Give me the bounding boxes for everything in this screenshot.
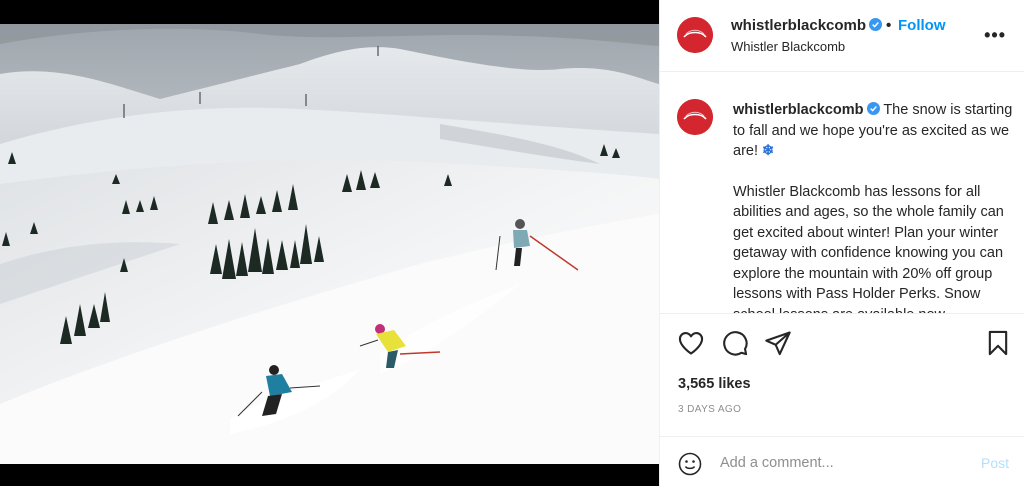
username-text[interactable]: whistlerblackcomb bbox=[731, 17, 866, 34]
verified-badge-icon bbox=[869, 18, 883, 31]
separator-dot: • bbox=[886, 17, 892, 34]
post-header: whistlerblackcomb • Follow Whistler Blac… bbox=[660, 0, 1024, 72]
header-username[interactable]: whistlerblackcomb bbox=[731, 17, 883, 34]
whistler-logo-icon bbox=[677, 17, 713, 53]
post-photo[interactable] bbox=[0, 24, 659, 464]
avatar[interactable] bbox=[677, 17, 713, 53]
caption-text: whistlerblackcomb The snow is starting t… bbox=[733, 100, 1015, 313]
comment-bar: Post bbox=[660, 436, 1024, 486]
comment-input[interactable] bbox=[720, 448, 970, 478]
paper-plane-icon[interactable] bbox=[764, 329, 792, 357]
follow-button[interactable]: Follow bbox=[898, 17, 946, 34]
post-side-panel: whistlerblackcomb • Follow Whistler Blac… bbox=[659, 0, 1024, 486]
verified-badge-icon bbox=[866, 102, 880, 115]
actions-divider bbox=[660, 313, 1024, 314]
post-comment-button[interactable]: Post bbox=[981, 455, 1009, 471]
post-date[interactable]: 3 DAYS AGO bbox=[678, 404, 741, 415]
smiley-icon[interactable] bbox=[678, 452, 702, 476]
caption-username[interactable]: whistlerblackcomb bbox=[733, 102, 864, 118]
comment-icon[interactable] bbox=[721, 329, 749, 357]
more-options-icon[interactable]: ••• bbox=[984, 25, 1006, 46]
photo-pane bbox=[0, 0, 659, 486]
location-link[interactable]: Whistler Blackcomb bbox=[731, 39, 845, 54]
snowflake-emoji: ❄ bbox=[762, 143, 775, 159]
caption-area: whistlerblackcomb The snow is starting t… bbox=[660, 73, 1024, 313]
whistler-logo-icon bbox=[677, 99, 713, 135]
heart-icon[interactable] bbox=[677, 329, 705, 357]
likes-count[interactable]: 3,565 likes bbox=[678, 376, 751, 392]
caption-body: Whistler Blackcomb has lessons for all a… bbox=[733, 183, 1004, 314]
bookmark-icon[interactable] bbox=[984, 329, 1012, 357]
caption-avatar[interactable] bbox=[677, 99, 713, 135]
ski-scene-image bbox=[0, 24, 659, 464]
